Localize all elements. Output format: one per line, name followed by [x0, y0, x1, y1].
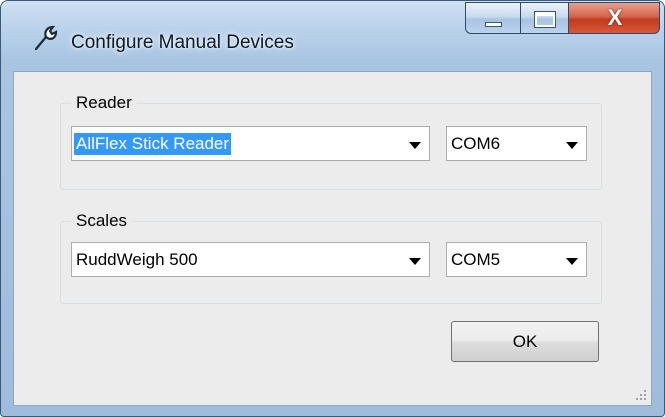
chevron-down-icon [409, 142, 421, 149]
reader-device-dropdown[interactable]: AllFlex Stick Reader [71, 126, 430, 161]
chevron-down-icon [409, 258, 421, 265]
scales-device-dropdown[interactable]: RuddWeigh 500 [71, 242, 430, 277]
reader-port-value: COM6 [451, 134, 501, 153]
wrench-icon [34, 25, 58, 51]
caption-buttons: X [465, 2, 660, 35]
ok-button[interactable]: OK [451, 321, 599, 362]
reader-port-dropdown[interactable]: COM6 [446, 126, 587, 161]
reader-group-label: Reader [71, 92, 137, 114]
maximize-icon [534, 11, 556, 28]
dialog-window: Configure Manual Devices X Reader AllFle… [0, 0, 665, 417]
reader-device-value: AllFlex Stick Reader [74, 133, 232, 155]
minimize-button[interactable] [465, 2, 520, 34]
chevron-down-icon [566, 258, 578, 265]
scales-port-value: COM5 [451, 250, 501, 269]
chevron-down-icon [566, 142, 578, 149]
title-bar[interactable]: Configure Manual Devices X [1, 1, 664, 57]
maximize-button[interactable] [520, 2, 568, 34]
window-title: Configure Manual Devices [71, 32, 294, 53]
scales-groupbox: Scales RuddWeigh 500 COM5 [60, 210, 602, 304]
scales-group-label: Scales [71, 210, 133, 232]
minimize-icon [485, 22, 502, 27]
scales-device-value: RuddWeigh 500 [76, 250, 198, 269]
close-icon: X [607, 5, 623, 30]
close-button[interactable]: X [568, 2, 660, 34]
resize-grip-icon[interactable] [635, 389, 647, 401]
dialog-client-area: Reader AllFlex Stick Reader COM6 Scales … [13, 71, 652, 406]
scales-port-dropdown[interactable]: COM5 [446, 242, 587, 277]
reader-groupbox: Reader AllFlex Stick Reader COM6 [60, 92, 602, 190]
